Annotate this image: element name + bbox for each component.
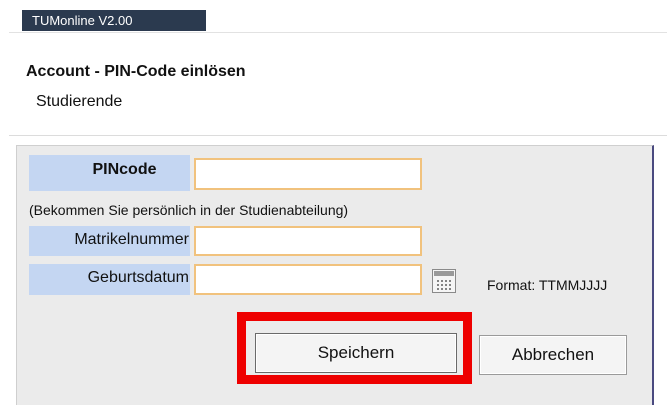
app-title-tab: TUMonline V2.00 <box>22 10 206 31</box>
pincode-label: PINcode <box>29 155 190 191</box>
page-header <box>9 32 667 136</box>
calendar-icon-header <box>434 271 454 276</box>
page-subtitle: Studierende <box>36 93 123 110</box>
calendar-icon[interactable] <box>432 269 456 293</box>
geburtsdatum-label: Geburtsdatum <box>29 264 190 295</box>
calendar-icon-grid <box>436 279 452 290</box>
date-format-hint: Format: TTMMJJJJ <box>487 277 608 293</box>
save-button[interactable]: Speichern <box>255 333 457 373</box>
pincode-hint: (Bekommen Sie persönlich in der Studiena… <box>29 202 349 218</box>
geburtsdatum-input[interactable] <box>194 264 422 295</box>
pincode-input[interactable] <box>194 158 422 190</box>
matrikelnummer-label: Matrikelnummer <box>29 226 190 256</box>
page-title: Account - PIN-Code einlösen <box>26 63 246 80</box>
matrikelnummer-input[interactable] <box>194 226 422 256</box>
app-title: TUMonline V2.00 <box>32 13 133 28</box>
cancel-button[interactable]: Abbrechen <box>479 335 627 375</box>
